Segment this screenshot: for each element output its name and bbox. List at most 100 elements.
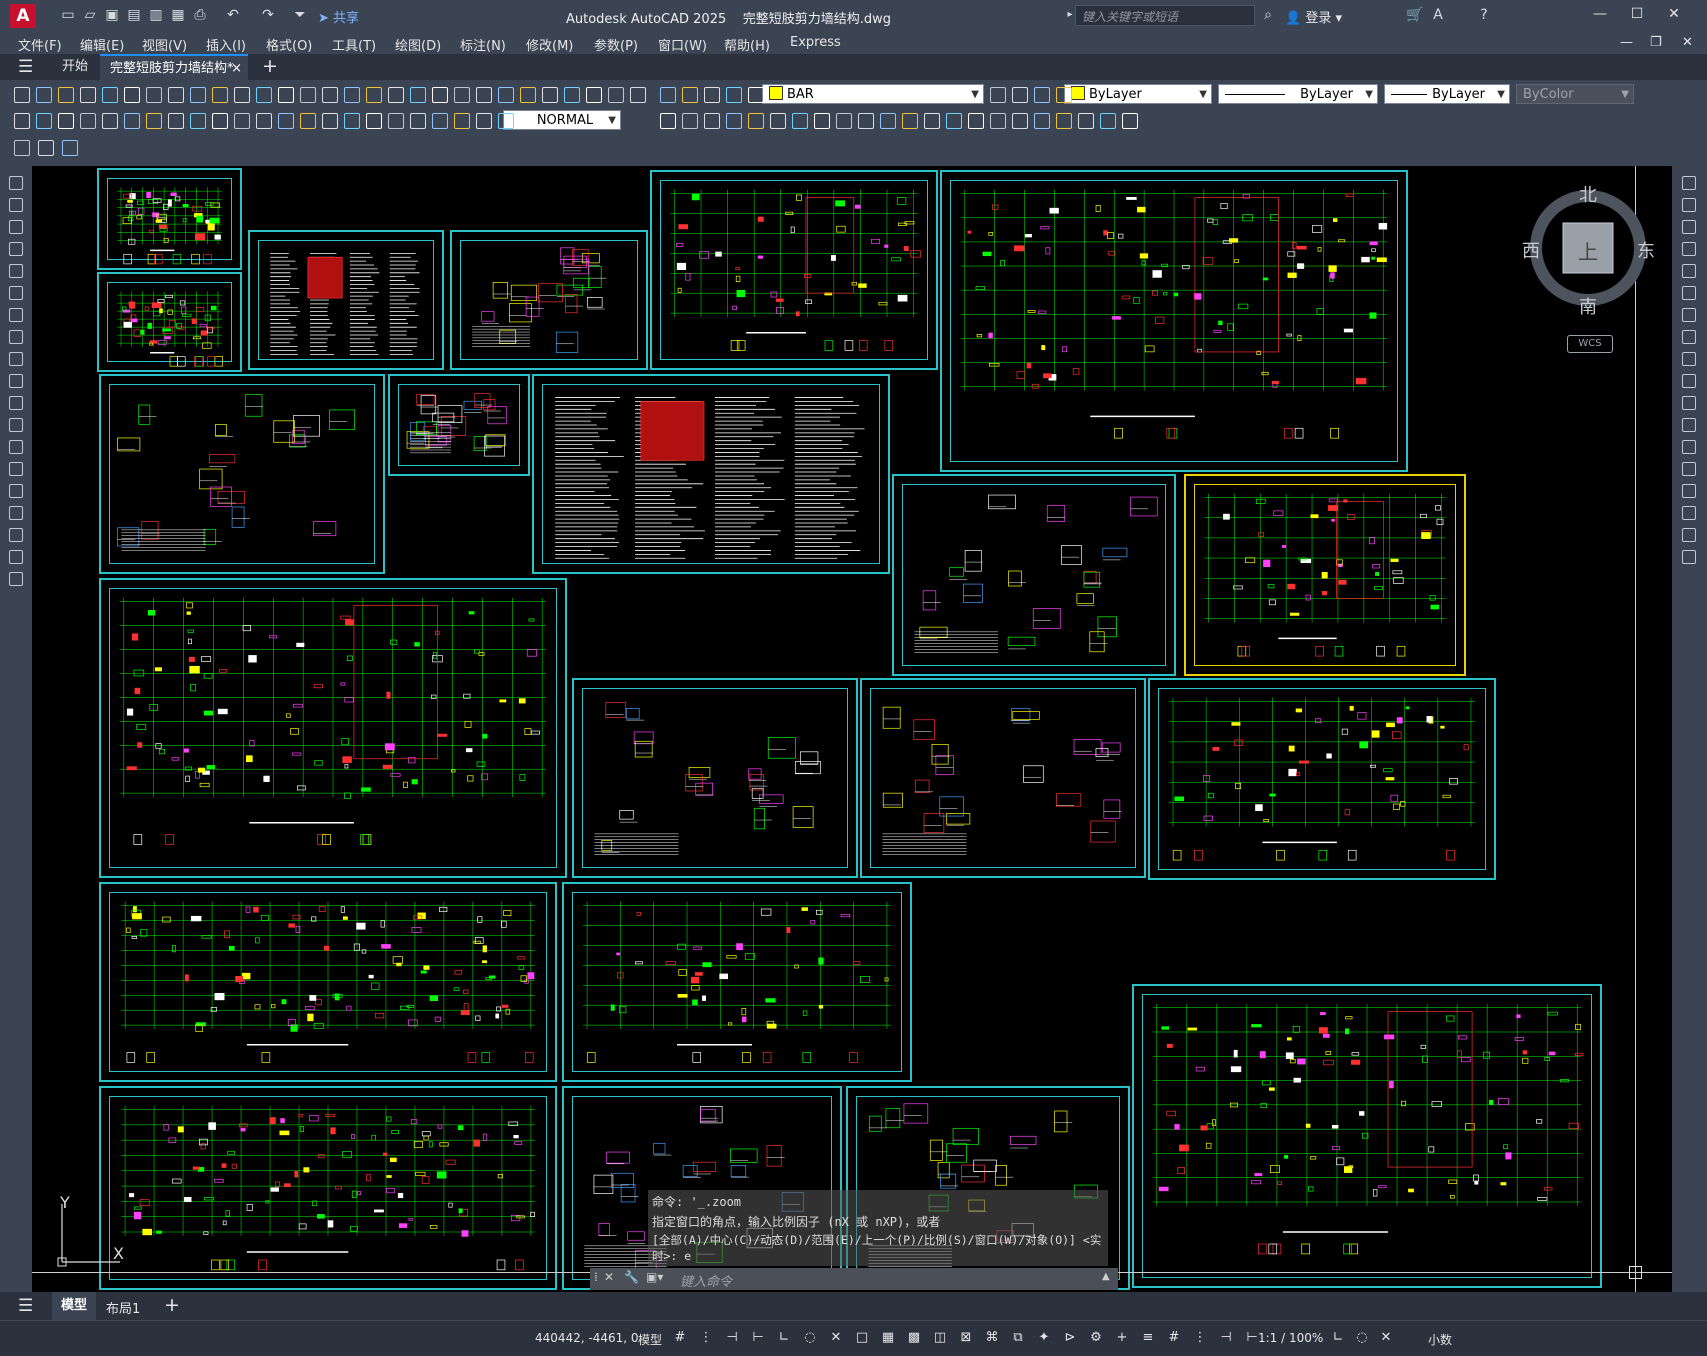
modify-tool-icon[interactable]	[1682, 176, 1696, 190]
linetype-dropdown[interactable]: ByLayer ▼	[1218, 84, 1378, 104]
status-toggle-icon[interactable]: ⊢	[750, 1330, 766, 1346]
modify-tool-icon[interactable]	[704, 113, 720, 129]
menu-tools[interactable]: 工具(T)	[332, 35, 376, 54]
status-toggle-icon[interactable]: ⋮	[1192, 1330, 1208, 1346]
toolbar-tool-icon[interactable]	[256, 87, 272, 103]
tab-layout1[interactable]: 布局1	[106, 1298, 140, 1317]
tab-model[interactable]: 模型	[52, 1292, 96, 1320]
maximize-icon[interactable]: ☐	[1627, 6, 1647, 26]
drawing-sheet[interactable]	[248, 230, 444, 370]
modify-tool-icon[interactable]	[858, 113, 874, 129]
minimize-icon[interactable]: —	[1590, 6, 1610, 26]
autocad-logo-icon[interactable]: A	[10, 4, 36, 28]
close-icon[interactable]: ✕	[1664, 6, 1684, 26]
layer-tool-icon[interactable]	[682, 87, 698, 103]
west-label[interactable]: 西	[1522, 237, 1540, 263]
draw-tool-icon[interactable]	[9, 528, 23, 542]
toolbar-tool-icon[interactable]	[102, 87, 118, 103]
model-space-toggle[interactable]: 模型	[638, 1331, 662, 1348]
north-label[interactable]: 北	[1579, 181, 1597, 207]
menu-file[interactable]: 文件(F)	[18, 35, 62, 54]
status-toggle-icon[interactable]: ∟	[776, 1330, 792, 1346]
modify-tool-icon[interactable]	[1682, 418, 1696, 432]
status-toggle-icon[interactable]: ⊣	[724, 1330, 740, 1346]
search-icon[interactable]: ⌕	[1260, 7, 1276, 23]
units-dropdown[interactable]: 小数	[1428, 1331, 1452, 1348]
menu-view[interactable]: 视图(V)	[142, 35, 187, 54]
modify-tool-icon[interactable]	[990, 113, 1006, 129]
drawing-sheet[interactable]	[97, 272, 242, 372]
tab-start[interactable]: 开始	[52, 54, 98, 80]
modify-tool-icon[interactable]	[660, 113, 676, 129]
undo-icon[interactable]: ↶	[225, 7, 241, 23]
draw-tool-icon[interactable]	[9, 572, 23, 586]
layer-tool-icon[interactable]	[660, 87, 676, 103]
menu-help[interactable]: 帮助(H)	[724, 35, 770, 54]
toolbar-tool-icon[interactable]	[58, 87, 74, 103]
status-toggle-icon[interactable]: ⧉	[1010, 1330, 1026, 1346]
status-toggle-icon[interactable]: ⊠	[958, 1330, 974, 1346]
toolbar-tool-icon[interactable]	[586, 87, 602, 103]
dimension-tool-icon[interactable]	[234, 113, 250, 129]
toolbar-tool-icon[interactable]	[212, 87, 228, 103]
toolbar-tool-icon[interactable]	[146, 87, 162, 103]
status-toggle-icon[interactable]: ◌	[1354, 1330, 1370, 1346]
help-icon[interactable]: ?	[1476, 7, 1492, 23]
cart-icon[interactable]: 🛒	[1406, 7, 1423, 23]
extra-tool-icon[interactable]	[14, 140, 30, 156]
toolbar-tool-icon[interactable]	[14, 87, 30, 103]
modify-tool-icon[interactable]	[968, 113, 984, 129]
layer-state-icon[interactable]	[1034, 87, 1050, 103]
modify-tool-icon[interactable]	[1056, 113, 1072, 129]
dimension-tool-icon[interactable]	[256, 113, 272, 129]
drawing-sheet[interactable]	[99, 374, 385, 574]
status-toggle-icon[interactable]: ⌘	[984, 1330, 1000, 1346]
toolbar-tool-icon[interactable]	[542, 87, 558, 103]
add-tab-icon[interactable]: +	[262, 55, 278, 77]
customize-wrench-icon[interactable]: 🔧	[624, 1270, 639, 1284]
dimension-tool-icon[interactable]	[14, 113, 30, 129]
draw-tool-icon[interactable]	[9, 286, 23, 300]
layer-tool-icon[interactable]	[726, 87, 742, 103]
dimension-tool-icon[interactable]	[454, 113, 470, 129]
status-toggle-icon[interactable]: ⚙	[1088, 1330, 1104, 1346]
status-toggle-icon[interactable]: ⋮	[698, 1330, 714, 1346]
toolbar-tool-icon[interactable]	[432, 87, 448, 103]
drawing-sheet[interactable]	[892, 474, 1176, 676]
drawing-sheet[interactable]	[1148, 678, 1496, 880]
draw-tool-icon[interactable]	[9, 418, 23, 432]
status-toggle-icon[interactable]: ⊢	[1244, 1330, 1260, 1346]
wcs-menu[interactable]: WCS	[1567, 335, 1613, 353]
modify-tool-icon[interactable]	[1682, 550, 1696, 564]
drawing-sheet[interactable]	[1184, 474, 1466, 676]
open-icon[interactable]: ▱	[82, 7, 98, 23]
toolbar-tool-icon[interactable]	[608, 87, 624, 103]
south-label[interactable]: 南	[1579, 293, 1597, 319]
modify-tool-icon[interactable]	[924, 113, 940, 129]
draw-tool-icon[interactable]	[9, 198, 23, 212]
status-toggle-icon[interactable]: ▩	[906, 1330, 922, 1346]
modify-tool-icon[interactable]	[792, 113, 808, 129]
layer-state-icon[interactable]	[990, 87, 1006, 103]
menu-close-icon[interactable]: ✕	[1682, 35, 1693, 50]
draw-tool-icon[interactable]	[9, 330, 23, 344]
toolbar-tool-icon[interactable]	[300, 87, 316, 103]
dimension-tool-icon[interactable]	[476, 113, 492, 129]
status-toggle-icon[interactable]: #	[1166, 1330, 1182, 1346]
annotation-scale[interactable]: 1:1 / 100%	[1258, 1331, 1323, 1345]
modify-tool-icon[interactable]	[1078, 113, 1094, 129]
status-toggle-icon[interactable]: □	[854, 1330, 870, 1346]
dimension-tool-icon[interactable]	[498, 113, 514, 129]
modify-tool-icon[interactable]	[770, 113, 786, 129]
color-dropdown[interactable]: ByLayer ▼	[1064, 84, 1212, 104]
menu-parametric[interactable]: 参数(P)	[594, 35, 638, 54]
redo-icon[interactable]: ↷	[260, 7, 276, 23]
drawing-canvas[interactable]	[32, 166, 1672, 1292]
layout-menu-icon[interactable]: ☰	[18, 1296, 33, 1316]
menu-dimension[interactable]: 标注(N)	[460, 35, 506, 54]
modify-tool-icon[interactable]	[1682, 242, 1696, 256]
modify-tool-icon[interactable]	[880, 113, 896, 129]
drawing-sheet[interactable]	[940, 170, 1408, 472]
layer-state-icon[interactable]	[1056, 87, 1072, 103]
toolbar-tool-icon[interactable]	[454, 87, 470, 103]
